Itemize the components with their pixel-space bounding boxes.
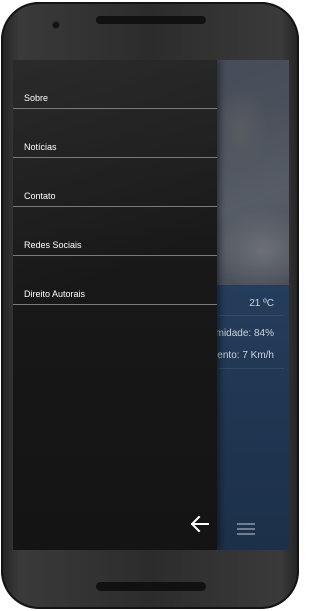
- drawer-item-label: Sobre: [24, 93, 49, 103]
- phone-frame: 21 ºC midade: 84% ento: 7 Km/h Sobre Not…: [1, 2, 299, 609]
- divider: [218, 315, 284, 316]
- drawer-item-direito-autorais[interactable]: Direito Autorais: [13, 256, 217, 305]
- bottom-speaker: [96, 582, 206, 591]
- drawer-item-sobre[interactable]: Sobre: [13, 60, 217, 109]
- humidity-text: midade: 84%: [215, 328, 274, 339]
- drawer-item-noticias[interactable]: Notícias: [13, 109, 217, 158]
- drawer-item-label: Contato: [24, 191, 56, 201]
- arrow-left-icon-svg: [190, 515, 209, 533]
- drawer-item-label: Notícias: [24, 142, 57, 152]
- front-camera: [53, 22, 59, 28]
- temperature-text: 21 ºC: [249, 298, 274, 309]
- divider: [218, 368, 284, 369]
- drawer-menu: Sobre Notícias Contato Redes Sociais Dir…: [13, 60, 217, 305]
- earpiece-speaker: [96, 16, 206, 24]
- drawer-item-contato[interactable]: Contato: [13, 158, 217, 207]
- hamburger-menu-icon[interactable]: [237, 523, 255, 535]
- drawer-item-label: Direito Autorais: [24, 289, 86, 299]
- app-screen: 21 ºC midade: 84% ento: 7 Km/h Sobre Not…: [13, 60, 289, 550]
- arrow-left-icon[interactable]: [190, 515, 211, 533]
- wind-text: ento: 7 Km/h: [217, 350, 274, 361]
- drawer-item-label: Redes Sociais: [24, 240, 82, 250]
- drawer-item-redes-sociais[interactable]: Redes Sociais: [13, 207, 217, 256]
- navigation-drawer: Sobre Notícias Contato Redes Sociais Dir…: [13, 60, 217, 550]
